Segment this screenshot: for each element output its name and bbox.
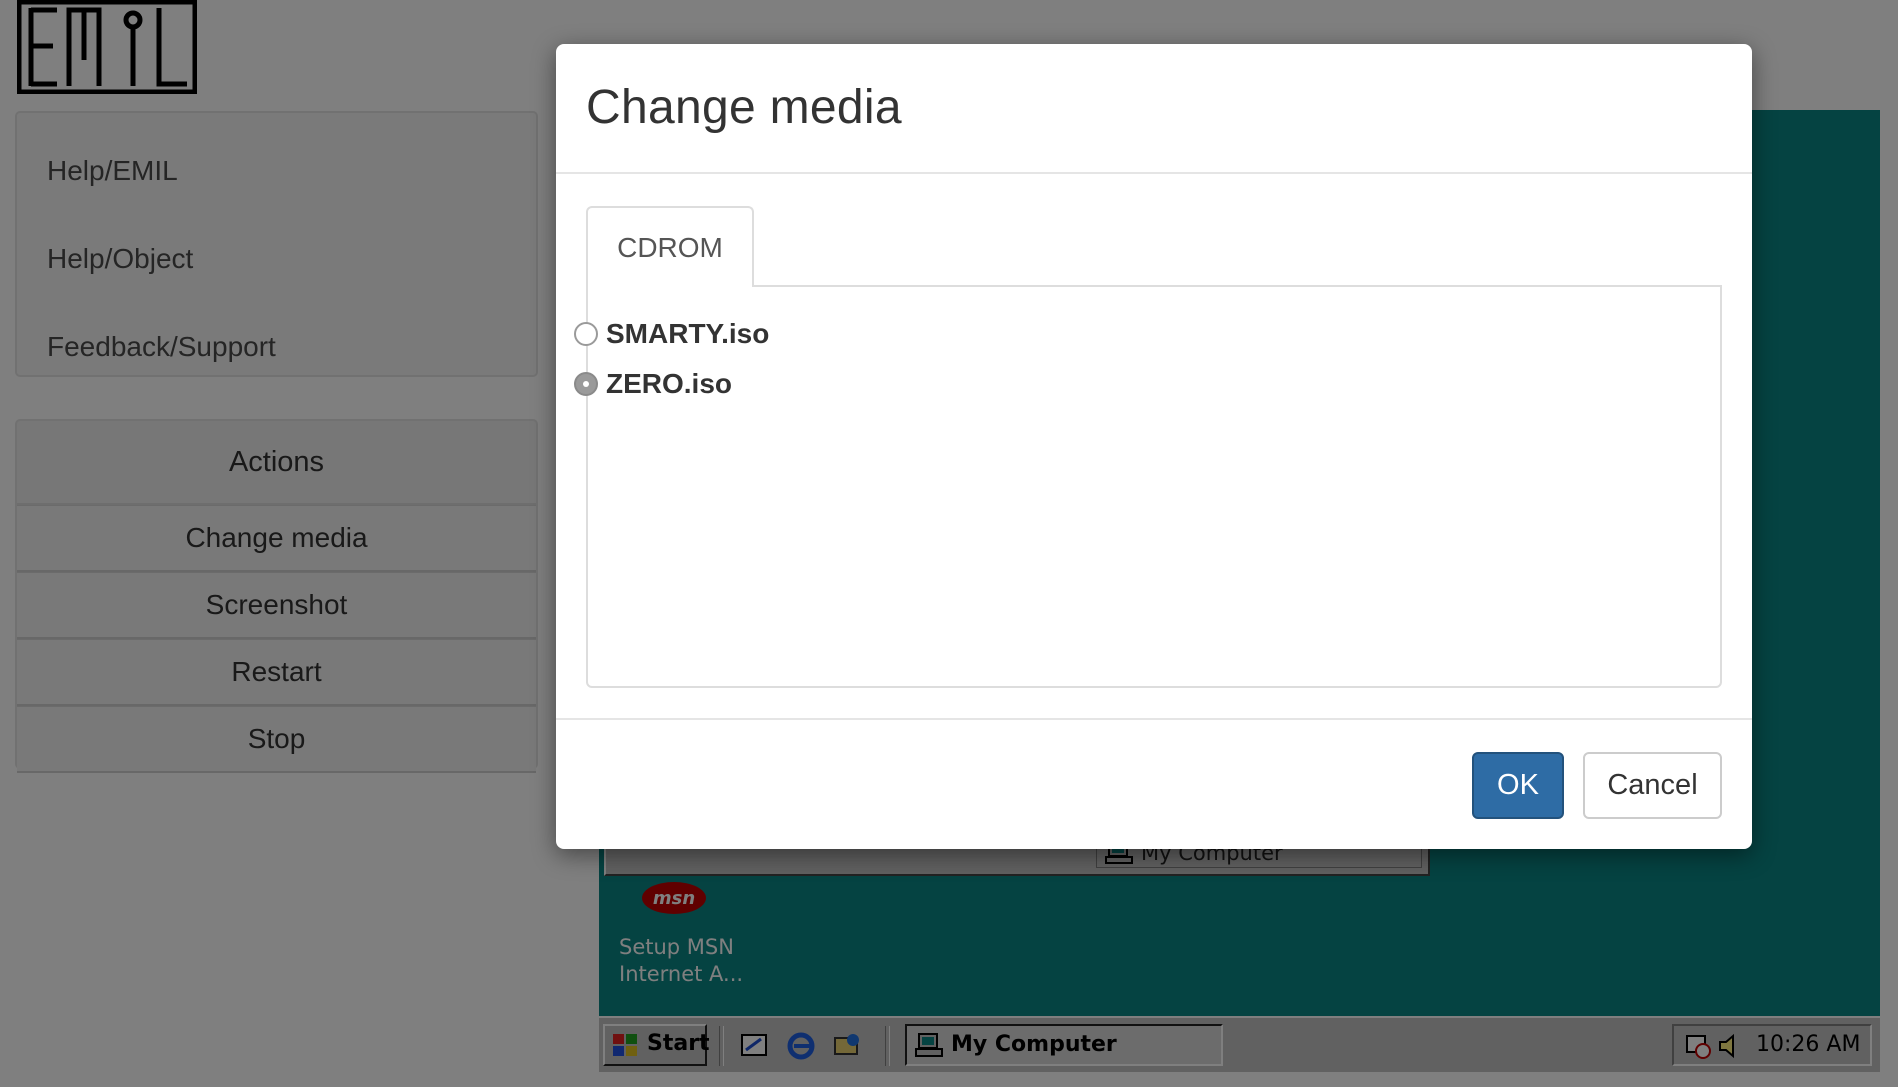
ok-button[interactable]: OK [1472,752,1564,819]
modal-title: Change media [586,81,902,134]
zero-iso-label: ZERO.iso [606,368,733,399]
option-smarty-iso[interactable]: SMARTY.iso [574,314,769,354]
zero-iso-radio[interactable] [574,372,598,396]
tab-cdrom[interactable]: CDROM [586,206,754,287]
option-zero-iso[interactable]: ZERO.iso [574,364,732,404]
smarty-iso-label: SMARTY.iso [606,318,770,349]
change-media-dialog: Change media CDROM SMARTY.iso ZERO.iso O… [556,44,1752,849]
modal-footer: OK Cancel [556,718,1752,849]
modal-header: Change media [556,44,1752,174]
smarty-iso-radio[interactable] [574,322,598,346]
cancel-button[interactable]: Cancel [1583,752,1722,819]
